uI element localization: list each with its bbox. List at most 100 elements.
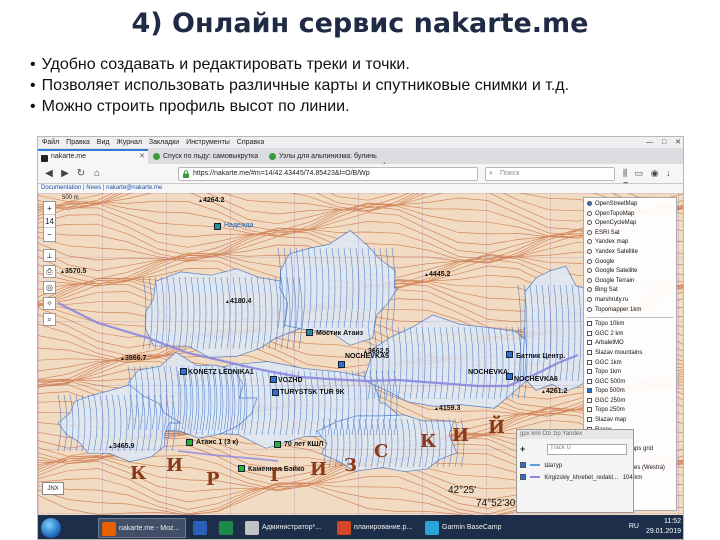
waypoint-marker[interactable] (214, 223, 221, 230)
waypoint-marker[interactable] (306, 329, 313, 336)
compass-icon[interactable]: ✧ (43, 297, 56, 310)
tab-nakarte[interactable]: nakarte.me ✕ (38, 149, 148, 164)
menu-bookmarks[interactable]: Закладки (149, 139, 179, 146)
radio-icon[interactable] (587, 229, 592, 235)
system-clock[interactable]: 11:52 29.01.2019 (646, 517, 681, 537)
taskbar-app-firefox[interactable]: nakarte.me - Moz... (98, 518, 186, 538)
waypoint-marker[interactable] (506, 351, 513, 358)
layer-option[interactable]: ESRI Sat (587, 229, 673, 239)
radio-icon[interactable] (587, 220, 592, 226)
tab-knots[interactable]: Узлы для альпинизма: булинь (266, 149, 378, 164)
radio-icon[interactable] (587, 210, 592, 216)
track-checkbox-icon[interactable] (520, 462, 526, 468)
layer-option[interactable]: Google Satellite (587, 267, 673, 277)
layer-option[interactable]: OpenStreetMap (587, 200, 673, 210)
address-bar[interactable]: https://nakarte.me/#m=14/42.43445/74.854… (178, 167, 478, 181)
menu-history[interactable]: Журнал (116, 139, 142, 146)
radio-icon[interactable] (587, 296, 592, 302)
layer-option[interactable]: Yandex map (587, 238, 673, 248)
back-icon[interactable]: ◀ (42, 167, 56, 181)
layer-option[interactable]: ArbaletMO (587, 339, 673, 349)
start-button-icon[interactable] (41, 518, 61, 538)
checkbox-icon[interactable] (587, 340, 592, 346)
radio-icon[interactable] (587, 248, 592, 254)
forward-icon[interactable]: ▶ (58, 167, 72, 181)
reload-icon[interactable]: ↻ (74, 167, 88, 181)
taskbar-app-powerpoint[interactable]: планирование.p... (334, 518, 418, 538)
map-view[interactable]: 500 m + 14 − ⟂ ⎙ ◎ ✧ ⌕ JNX 4264.2 4445.2… (38, 193, 683, 515)
checkbox-icon[interactable] (587, 417, 592, 423)
radio-icon[interactable] (587, 239, 592, 245)
checkbox-icon[interactable] (587, 369, 592, 375)
layer-option[interactable]: Yandex Satellite (587, 248, 673, 258)
radio-icon[interactable] (587, 306, 592, 312)
layer-option[interactable]: GGC 250m (587, 397, 673, 407)
search-input[interactable]: ⌕ Поиск (485, 167, 615, 181)
waypoint-marker[interactable] (272, 389, 279, 396)
waypoint-marker[interactable] (180, 368, 187, 375)
checkbox-icon[interactable] (587, 378, 592, 384)
checkbox-icon[interactable] (587, 388, 592, 394)
bookmarks-bar[interactable]: Documentation | News | nakarte@nakarte.m… (38, 184, 683, 193)
menu-help[interactable]: Справка (237, 139, 264, 146)
ruler-icon[interactable]: ⟂ (43, 249, 56, 262)
radio-icon[interactable] (587, 201, 592, 206)
track-search-input[interactable]: Track U (547, 444, 627, 455)
layer-option[interactable]: Topo 500m (587, 387, 673, 397)
waypoint-marker[interactable] (270, 376, 277, 383)
checkbox-icon[interactable] (587, 349, 592, 355)
layer-option[interactable]: Topo 250m (587, 406, 673, 416)
layer-option[interactable]: Topomapper 1km (587, 306, 673, 316)
zoom-in-button[interactable]: + (44, 202, 55, 215)
download-icon[interactable]: ↓ (666, 168, 671, 178)
menu-file[interactable]: Файл (42, 139, 59, 146)
close-window-button[interactable]: ✕ (675, 139, 681, 146)
menu-edit[interactable]: Правка (66, 139, 90, 146)
layer-option[interactable]: GGC 500m (587, 378, 673, 388)
taskbar-app-word[interactable] (190, 518, 212, 538)
menu-tools[interactable]: Инструменты (186, 139, 230, 146)
radio-icon[interactable] (587, 277, 592, 283)
maximize-button[interactable]: □ (662, 139, 666, 146)
layer-option[interactable]: Slazav mountains (587, 349, 673, 359)
search-map-icon[interactable]: ⌕ (43, 313, 56, 326)
checkbox-icon[interactable] (587, 330, 592, 336)
language-indicator[interactable]: RU (629, 523, 639, 530)
radio-icon[interactable] (587, 268, 592, 274)
waypoint-marker[interactable] (186, 439, 193, 446)
track-checkbox-icon[interactable] (520, 474, 526, 480)
waypoint-marker[interactable] (338, 361, 345, 368)
layer-option[interactable]: Slazav map (587, 416, 673, 426)
radio-icon[interactable] (587, 287, 592, 293)
layer-option[interactable]: GGC 1km (587, 359, 673, 369)
layer-option[interactable]: Topo 10km (587, 320, 673, 330)
checkbox-icon[interactable] (587, 321, 592, 327)
layer-option[interactable]: Bing Sat (587, 286, 673, 296)
layer-option[interactable]: Topo 1km (587, 368, 673, 378)
zoom-out-button[interactable]: − (44, 228, 55, 241)
layer-option[interactable]: Google Terrain (587, 277, 673, 287)
extension-icon[interactable]: ◉ (651, 168, 659, 178)
taskbar-app-explorer[interactable]: Администратор*... (242, 518, 330, 538)
checkbox-icon[interactable] (587, 359, 592, 365)
menu-view[interactable]: Вид (97, 139, 110, 146)
taskbar-app-chrome[interactable] (216, 518, 238, 538)
track-row[interactable]: Kirgizskiy_khrebet_redakt... 104 km (520, 474, 642, 481)
tab-close-icon[interactable]: ✕ (139, 151, 145, 163)
library-icon[interactable]: ⫼ (623, 168, 627, 178)
minimize-button[interactable]: — (646, 139, 653, 146)
layer-option[interactable]: marshruty.ru (587, 296, 673, 306)
layer-option[interactable]: GGC 2 km (587, 330, 673, 340)
print-icon[interactable]: ⎙ (43, 265, 56, 278)
home-icon[interactable]: ⌂ (90, 167, 104, 181)
checkbox-icon[interactable] (587, 407, 592, 413)
radio-icon[interactable] (587, 258, 592, 264)
layer-option[interactable]: Google (587, 258, 673, 268)
sidebar-icon[interactable]: ▭ (635, 168, 644, 178)
layer-option[interactable]: OpenCycleMap (587, 219, 673, 229)
tab-ice-descent[interactable]: Спуск по льду: самовыкрутка (150, 149, 264, 164)
checkbox-icon[interactable] (587, 397, 592, 403)
track-row[interactable]: Шатур (520, 462, 562, 469)
taskbar-app-basecamp[interactable]: Garmin BaseCamp (422, 518, 508, 538)
location-icon[interactable]: ◎ (43, 281, 56, 294)
